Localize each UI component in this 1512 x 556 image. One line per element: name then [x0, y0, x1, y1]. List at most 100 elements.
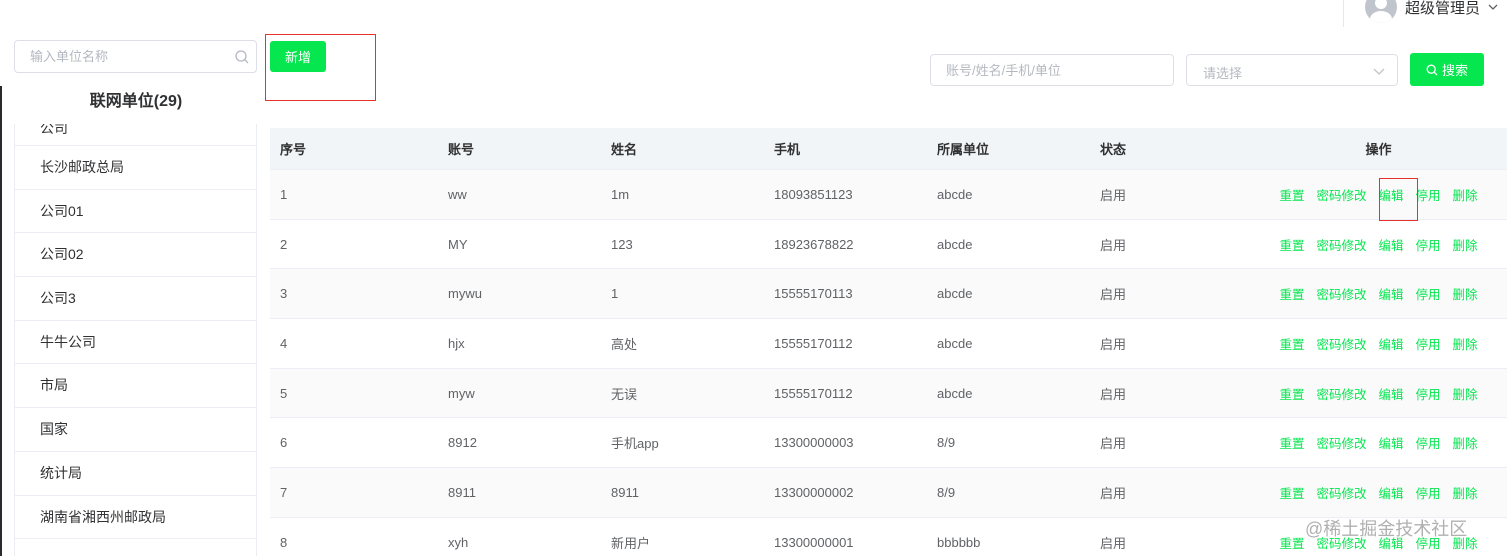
edit-button[interactable]: 编辑: [1378, 384, 1403, 403]
change-password-button[interactable]: 密码修改: [1316, 185, 1366, 204]
edit-button[interactable]: 编辑: [1378, 483, 1403, 502]
unit-item[interactable]: 市局: [15, 364, 256, 409]
cell-unit: abcde: [937, 385, 973, 401]
cell-status: 启用: [1100, 237, 1127, 253]
row-actions: 重置 密码修改 编辑 停用 删除: [1250, 483, 1507, 502]
reset-button[interactable]: 重置: [1279, 533, 1304, 552]
status-select[interactable]: 请选择: [1186, 54, 1398, 86]
unit-panel: 联网单位(29) 公司 长沙邮政总局 公司01 公司02 公司3 牛牛公司 市局…: [14, 40, 258, 556]
delete-button[interactable]: 删除: [1453, 235, 1478, 254]
unit-item[interactable]: 长沙邮政总局: [15, 146, 256, 190]
edit-highlight-box: [1379, 178, 1418, 221]
disable-button[interactable]: 停用: [1416, 185, 1441, 204]
row-actions: 重置 密码修改 编辑 停用 删除: [1250, 235, 1507, 254]
cell-phone: 15555170112: [774, 385, 853, 401]
delete-button[interactable]: 删除: [1453, 185, 1478, 204]
user-menu[interactable]: 超级管理员: [1365, 0, 1498, 23]
unit-item[interactable]: 统计局: [15, 452, 256, 496]
header-actions-label: 操作: [1365, 142, 1392, 157]
cell-name: 新用户: [611, 535, 651, 551]
disable-button[interactable]: 停用: [1416, 334, 1441, 353]
user-avatar-icon[interactable]: [1365, 0, 1397, 23]
reset-button[interactable]: 重置: [1279, 384, 1304, 403]
edit-button[interactable]: 编辑: [1378, 433, 1403, 452]
disable-button[interactable]: 停用: [1416, 433, 1441, 452]
cell-name: 1: [611, 286, 619, 302]
reset-button[interactable]: 重置: [1279, 433, 1304, 452]
cell-index: 5: [280, 385, 288, 401]
cell-status: 启用: [1100, 287, 1127, 303]
delete-button[interactable]: 删除: [1453, 334, 1478, 353]
reset-button[interactable]: 重置: [1279, 483, 1304, 502]
delete-button[interactable]: 删除: [1453, 384, 1478, 403]
cell-phone: 15555170113: [774, 286, 853, 302]
change-password-button[interactable]: 密码修改: [1316, 384, 1366, 403]
unit-item[interactable]: 公司02: [15, 233, 256, 278]
delete-button[interactable]: 删除: [1453, 284, 1478, 303]
keyword-input[interactable]: [946, 55, 1166, 85]
cell-unit: abcde: [937, 286, 973, 302]
cell-status: 启用: [1100, 187, 1127, 203]
reset-button[interactable]: 重置: [1279, 235, 1304, 254]
delete-button[interactable]: 删除: [1453, 433, 1478, 452]
change-password-button[interactable]: 密码修改: [1316, 235, 1366, 254]
reset-button[interactable]: 重置: [1279, 334, 1304, 353]
cell-account: 8912: [448, 435, 477, 451]
row-actions: 重置 密码修改 编辑 停用 删除: [1250, 284, 1507, 303]
cell-account: hjx: [448, 335, 465, 351]
cell-status: 启用: [1100, 386, 1127, 402]
unit-item[interactable]: 牛牛公司: [15, 321, 256, 365]
unit-list-title: 联网单位(29): [89, 93, 183, 110]
unit-item[interactable]: 公司01: [15, 190, 256, 234]
unit-item[interactable]: 国家: [15, 408, 256, 452]
cell-status: 启用: [1100, 336, 1127, 352]
unit-list[interactable]: 公司 长沙邮政总局 公司01 公司02 公司3 牛牛公司 市局 国家 统计局 湖…: [14, 124, 257, 556]
add-button[interactable]: 新增: [270, 41, 326, 72]
disable-button[interactable]: 停用: [1416, 384, 1441, 403]
header-status: 状态: [1100, 142, 1127, 157]
keyword-search-box[interactable]: [930, 54, 1174, 86]
change-password-button[interactable]: 密码修改: [1316, 483, 1366, 502]
search-icon: [1426, 64, 1438, 75]
chevron-down-icon: [1488, 4, 1498, 10]
change-password-button[interactable]: 密码修改: [1316, 334, 1366, 353]
change-password-button[interactable]: 密码修改: [1316, 284, 1366, 303]
cell-unit: abcde: [937, 335, 973, 351]
search-icon[interactable]: [234, 49, 250, 65]
table-row: 1 ww 1m 18093851123 abcde 启用 重置 密码修改 编辑 停用 删除: [270, 170, 1507, 220]
disable-button[interactable]: 停用: [1416, 483, 1441, 502]
header-actions: 操作: [1250, 139, 1507, 158]
cell-name: 1m: [611, 186, 630, 202]
edit-button[interactable]: 编辑: [1378, 334, 1403, 353]
reset-button[interactable]: 重置: [1279, 284, 1304, 303]
unit-item[interactable]: 公司: [15, 124, 256, 146]
cell-index: 6: [280, 435, 288, 451]
disable-button[interactable]: 停用: [1416, 235, 1441, 254]
cell-account: myw: [448, 385, 475, 401]
header-phone: 手机: [774, 142, 801, 157]
disable-button[interactable]: 停用: [1416, 284, 1441, 303]
select-placeholder: 请选择: [1203, 66, 1243, 81]
edit-button[interactable]: 编辑: [1378, 284, 1403, 303]
reset-button[interactable]: 重置: [1279, 185, 1304, 204]
cell-unit: bbbbbb: [937, 534, 981, 550]
cell-phone: 18093851123: [774, 186, 853, 202]
search-button[interactable]: 搜索: [1410, 53, 1484, 86]
header-name: 姓名: [611, 142, 638, 157]
unit-search-box[interactable]: [14, 40, 257, 73]
change-password-button[interactable]: 密码修改: [1316, 433, 1366, 452]
edit-button[interactable]: 编辑: [1378, 235, 1403, 254]
cell-status: 启用: [1100, 485, 1127, 501]
row-actions: 重置 密码修改 编辑 停用 删除: [1250, 334, 1507, 353]
cell-account: MY: [448, 236, 468, 252]
cell-name: 高处: [611, 336, 638, 352]
unit-item[interactable]: 湖南省湘西州邮政局: [15, 496, 256, 540]
delete-button[interactable]: 删除: [1453, 483, 1478, 502]
unit-search-input[interactable]: [30, 41, 230, 72]
unit-item[interactable]: 公司3: [15, 277, 256, 321]
cell-phone: 13300000002: [774, 484, 854, 500]
cell-account: 8911: [448, 484, 476, 500]
cell-account: ww: [448, 186, 467, 202]
table-row: 5 myw 无误 15555170112 abcde 启用 重置 密码修改 编辑 停用 删除: [270, 368, 1507, 419]
table-body: 1 ww 1m 18093851123 abcde 启用 重置 密码修改 编辑 停用 删除 2 MY 12…: [270, 170, 1507, 556]
